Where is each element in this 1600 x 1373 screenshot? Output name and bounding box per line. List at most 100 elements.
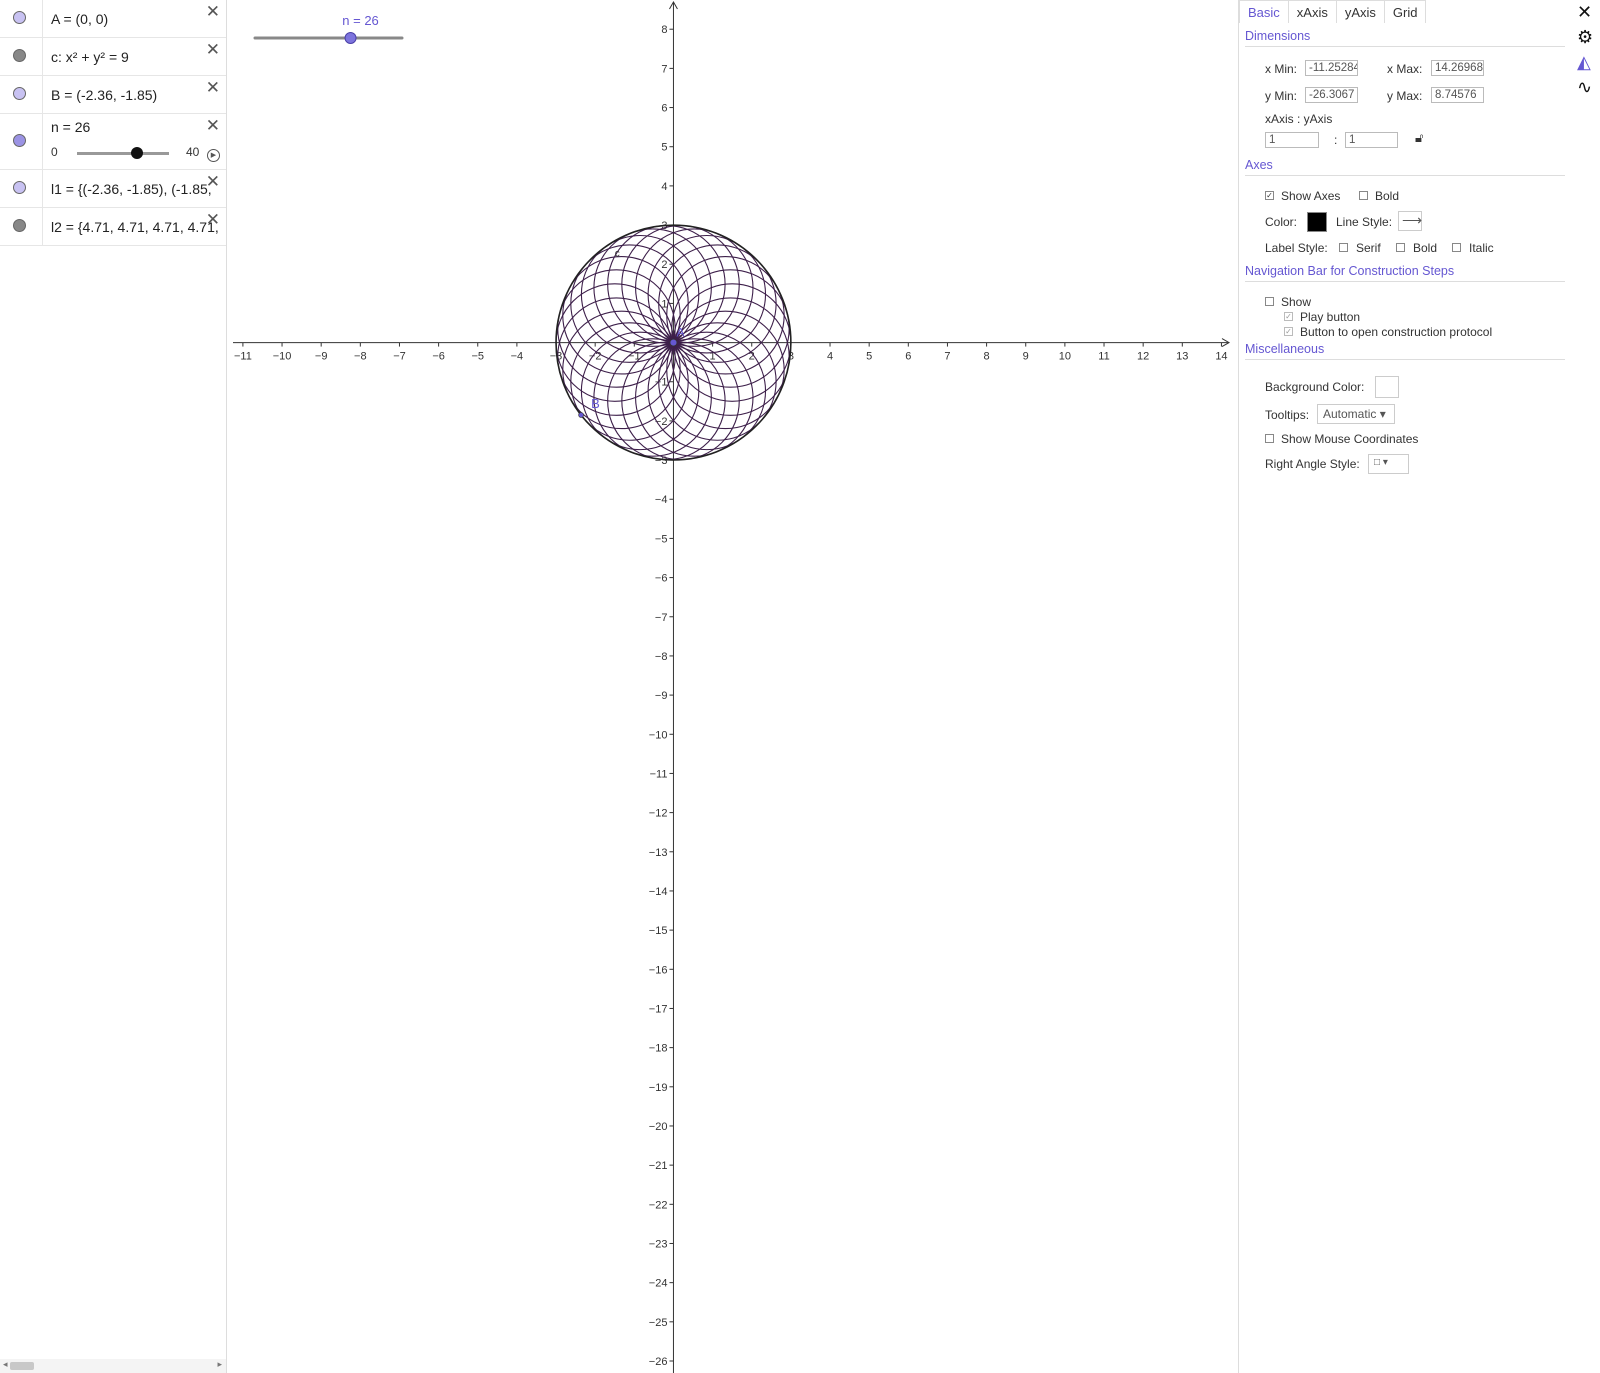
delete-icon[interactable]: ✕: [206, 173, 220, 190]
algebra-row-l1[interactable]: l1 = {(-2.36, -1.85), (-1.85, ✕: [0, 170, 226, 208]
graphics-settings-icon[interactable]: ◭: [1577, 52, 1591, 73]
xmin-input[interactable]: -11.25284: [1305, 60, 1358, 76]
tab-basic[interactable]: Basic: [1239, 0, 1289, 23]
point-a-label: A: [676, 326, 684, 340]
label-bold-label: Bold: [1413, 241, 1438, 255]
algebra-row-n[interactable]: n = 26 ✕ 0 40 ▶: [0, 114, 226, 170]
axis-color-swatch[interactable]: [1307, 212, 1327, 232]
nav-show-label: Show: [1281, 295, 1312, 309]
ratio-x-input[interactable]: 1: [1265, 132, 1319, 148]
tab-xaxis[interactable]: xAxis: [1287, 0, 1337, 23]
graphics-view[interactable]: −11 −10 −9 −8 −7 −6 −5 −4 −3 −2 −1 1 2 3 4 5 6 7 8 9 10 11 12 1…: [233, 0, 1232, 1373]
algebra-row-a[interactable]: A = (0, 0) ✕: [0, 0, 226, 38]
slider-track[interactable]: [77, 152, 169, 155]
delete-icon[interactable]: ✕: [206, 117, 220, 134]
settings-sidebar: ✕ ⚙ ◭ ∿: [1572, 0, 1600, 1373]
dimensions-title: Dimensions: [1245, 29, 1565, 47]
x-tick-label: −10: [273, 351, 292, 363]
x-tick-label: −4: [511, 351, 524, 363]
algebra-text[interactable]: B = (-2.36, -1.85): [51, 87, 223, 103]
serif-checkbox[interactable]: [1339, 243, 1348, 252]
line-style-label: Line Style:: [1336, 215, 1393, 229]
visibility-marble[interactable]: [13, 11, 26, 24]
algebra-text[interactable]: n = 26: [51, 119, 223, 135]
open-protocol-checkbox[interactable]: ✓: [1284, 327, 1293, 336]
bg-color-swatch[interactable]: [1375, 376, 1399, 398]
slider-knob[interactable]: [130, 147, 143, 159]
visibility-marble[interactable]: [13, 134, 26, 147]
right-angle-dropdown[interactable]: □ ▾: [1368, 454, 1409, 474]
xmin-label: x Min:: [1265, 62, 1298, 76]
y-tick-label: 2: [661, 259, 667, 271]
show-axes-checkbox[interactable]: ✓: [1265, 191, 1274, 200]
x-tick-label: −5: [471, 351, 484, 363]
x-tick-label: −7: [393, 351, 406, 363]
algebra-row-c[interactable]: c: x² + y² = 9 ✕: [0, 38, 226, 76]
delete-icon[interactable]: ✕: [206, 3, 220, 20]
gear-icon[interactable]: ⚙: [1577, 27, 1593, 48]
label-bold-checkbox[interactable]: [1396, 243, 1405, 252]
visibility-marble[interactable]: [13, 87, 26, 100]
horizontal-scrollbar[interactable]: ◂ ▸: [0, 1359, 226, 1373]
row-divider: [42, 76, 43, 113]
petal-circle: [562, 256, 681, 375]
y-tick-label: −8: [655, 651, 668, 663]
delete-icon[interactable]: ✕: [206, 79, 220, 96]
line-style-dropdown[interactable]: ⟶: [1398, 211, 1422, 231]
algebra-text[interactable]: c: x² + y² = 9: [51, 49, 223, 65]
algebra-row-l2[interactable]: l2 = {4.71, 4.71, 4.71, 4.71, ✕: [0, 208, 226, 246]
y-tick-label: −18: [649, 1043, 668, 1055]
axis-ratio-label: xAxis : yAxis: [1265, 112, 1333, 126]
play-button-checkbox[interactable]: ✓: [1284, 312, 1293, 321]
mouse-coords-checkbox[interactable]: [1265, 434, 1274, 443]
show-axes-label: Show Axes: [1281, 189, 1341, 203]
delete-icon[interactable]: ✕: [206, 41, 220, 58]
settings-tabs: Basic xAxis yAxis Grid: [1239, 0, 1427, 23]
graphics-canvas[interactable]: −11 −10 −9 −8 −7 −6 −5 −4 −3 −2 −1 1 2 3 4 5 6 7 8 9 10 11 12 1…: [233, 0, 1232, 1373]
nav-show-checkbox[interactable]: [1265, 297, 1274, 306]
bold-checkbox[interactable]: [1359, 191, 1368, 200]
tooltips-dropdown[interactable]: Automatic ▾: [1317, 404, 1395, 424]
scroll-left-icon[interactable]: ◂: [3, 1359, 8, 1370]
x-tick-label: 4: [827, 351, 833, 363]
row-divider: [42, 0, 43, 37]
visibility-marble[interactable]: [13, 181, 26, 194]
italic-checkbox[interactable]: [1452, 243, 1461, 252]
canvas-slider-knob: [344, 32, 357, 44]
y-tick-label: 5: [661, 142, 667, 154]
close-icon[interactable]: ✕: [1577, 2, 1592, 23]
tab-grid[interactable]: Grid: [1383, 0, 1427, 23]
y-tick-label: −9: [655, 690, 668, 702]
algebra-row-b[interactable]: B = (-2.36, -1.85) ✕: [0, 76, 226, 114]
y-tick-label: −5: [655, 533, 668, 545]
y-tick-label: 8: [661, 24, 667, 36]
algebra-text[interactable]: l1 = {(-2.36, -1.85), (-1.85,: [51, 181, 223, 197]
algebra-text[interactable]: A = (0, 0): [51, 11, 223, 27]
y-tick-label: −15: [649, 925, 668, 937]
slider-min: 0: [51, 145, 58, 159]
x-tick-label: 10: [1059, 351, 1071, 363]
open-protocol-label: Button to open construction protocol: [1300, 325, 1493, 339]
scroll-thumb[interactable]: [10, 1362, 34, 1370]
algebra-view: A = (0, 0) ✕ c: x² + y² = 9 ✕ B = (-2.36…: [0, 0, 227, 1373]
visibility-marble[interactable]: [13, 49, 26, 62]
y-tick-label: −7: [655, 612, 668, 624]
play-icon[interactable]: ▶: [207, 149, 220, 162]
visibility-marble[interactable]: [13, 219, 26, 232]
ymax-input[interactable]: 8.74576: [1431, 87, 1484, 103]
y-tick-label: 7: [661, 63, 667, 75]
ymin-input[interactable]: -26.3067: [1305, 87, 1358, 103]
point-b: [578, 412, 584, 418]
x-tick-label: −8: [354, 351, 367, 363]
algebra-text[interactable]: l2 = {4.71, 4.71, 4.71, 4.71,: [51, 219, 223, 235]
graph-icon[interactable]: ∿: [1577, 77, 1592, 98]
scroll-right-icon[interactable]: ▸: [217, 1359, 222, 1370]
xmax-input[interactable]: 14.26968: [1431, 60, 1484, 76]
point-a: [669, 338, 678, 347]
canvas-slider[interactable]: n = 26: [253, 13, 404, 44]
ratio-y-input[interactable]: 1: [1345, 132, 1398, 148]
tab-yaxis[interactable]: yAxis: [1335, 0, 1385, 23]
ratio-separator: :: [1334, 133, 1338, 147]
unlock-icon[interactable]: 🔓︎: [1415, 130, 1423, 146]
delete-icon[interactable]: ✕: [206, 211, 220, 228]
